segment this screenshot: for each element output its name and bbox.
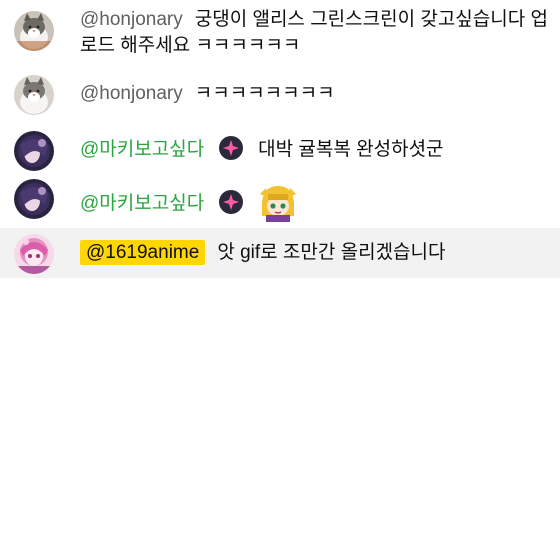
anime-pink-avatar[interactable] [14,234,54,274]
message-text: 대박 귤복복 완성하셧군 [258,139,444,161]
message-text: ㅋㅋㅋㅋㅋㅋㅋㅋ [194,83,335,104]
author-name[interactable]: @마키보고싶다 [80,139,204,160]
author-name[interactable]: @마키보고싶다 [80,193,204,214]
member-sparkle-badge [218,135,244,161]
cat-avatar[interactable] [14,11,54,51]
chat-message: @마키보고싶다 대박 귤복복 완성하셧군 [0,131,560,171]
author-name-owner[interactable]: @1619anime [80,240,206,265]
yellow-hair-character-emote [258,182,299,222]
chat-message: @마키보고싶다 [0,179,560,222]
author-name[interactable]: @honjonary [80,83,183,104]
chat-message: @honjonary 궁댕이 앨리스 그린스크린이 갖고싶습니다 업로드 해주세요… [0,7,560,69]
message-text: 앗 gif로 조만간 올리겠습니다 [217,242,446,263]
chat-message: @honjonary ㅋㅋㅋㅋㅋㅋㅋㅋ [0,75,560,115]
chat-message: @1619anime 앗 gif로 조만간 올리겠습니다 [0,228,560,278]
author-name[interactable]: @honjonary [80,9,183,30]
anime-dark-avatar[interactable] [14,179,54,219]
anime-dark-avatar[interactable] [14,131,54,171]
member-sparkle-badge [218,189,244,215]
cat-avatar[interactable] [14,75,54,115]
